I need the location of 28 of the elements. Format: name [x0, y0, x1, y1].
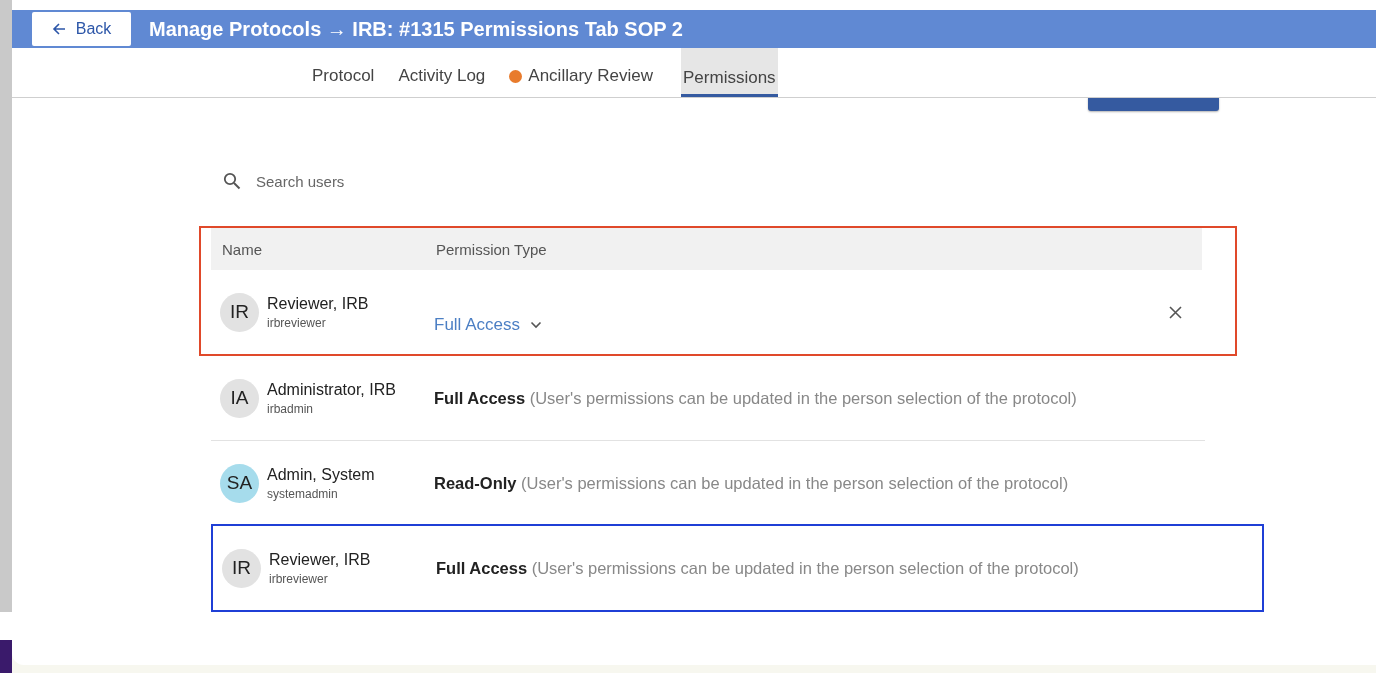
tab[interactable]: Activity Log [386, 48, 498, 97]
user-name: Administrator, IRB [267, 380, 396, 399]
chevron-down-icon [530, 321, 542, 329]
permission-dropdown[interactable]: Full Access [434, 315, 542, 335]
username: irbreviewer [267, 315, 327, 330]
permission-text: Full Access (User's permissions can be updated in the person selection of the protocol) [434, 388, 1077, 407]
close-icon[interactable] [1169, 305, 1182, 319]
back-button[interactable]: Back [32, 12, 131, 46]
permission-text: Read-Only (User's permissions can be updated in the person selection of the protocol) [434, 473, 1069, 492]
username: irbreviewer [269, 571, 329, 586]
username: systemadmin [267, 486, 339, 501]
avatar: IR [220, 292, 259, 332]
avatar: IA [220, 378, 259, 418]
tab[interactable]: Ancillary Review [497, 48, 665, 97]
tab[interactable]: Protocol [300, 48, 387, 97]
username: irbadmin [267, 401, 315, 416]
permission-text: Full Access (User's permissions can be updated in the person selection of the protocol) [436, 558, 1079, 577]
column-header: Name [221, 240, 263, 258]
user-name: Reviewer, IRB [267, 294, 369, 313]
search-icon [223, 172, 241, 190]
user-name: Admin, System [267, 465, 375, 484]
avatar: SA [220, 463, 259, 503]
back-arrow-icon [51, 22, 66, 36]
page-title: Manage Protocols → IRB: #1315 Permissions Tab SOP 2 [149, 17, 683, 41]
avatar: IR [222, 548, 261, 588]
tab[interactable]: Permissions [681, 48, 778, 97]
user-name: Reviewer, IRB [269, 550, 371, 569]
column-header: Permission Type [436, 240, 547, 258]
